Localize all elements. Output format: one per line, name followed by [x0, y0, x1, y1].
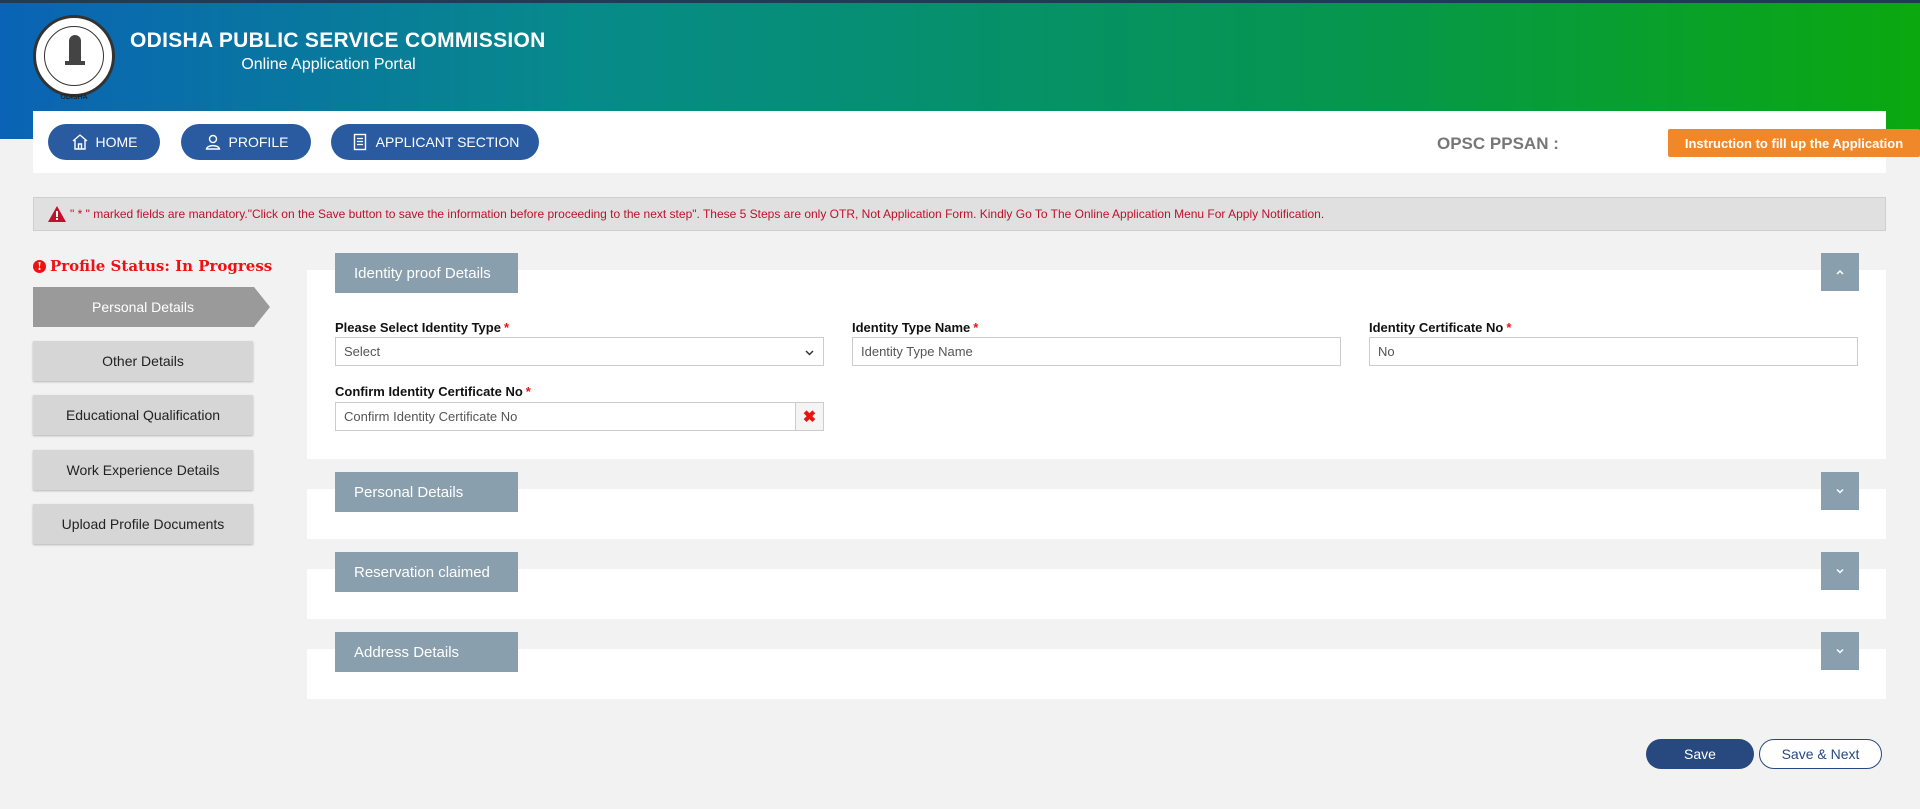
profile-status-text: Profile Status: In Progress [50, 257, 273, 275]
sidebar-item-other-details[interactable]: Other Details [33, 341, 253, 381]
address-panel [307, 649, 1886, 699]
user-icon [205, 134, 220, 150]
instruction-button[interactable]: Instruction to fill up the Application [1668, 129, 1920, 157]
identity-type-select[interactable]: Select [335, 337, 824, 366]
chevron-down-icon [1836, 648, 1844, 654]
sidebar-item-educational-qualification[interactable]: Educational Qualification [33, 395, 253, 435]
save-next-button[interactable]: Save & Next [1759, 739, 1882, 769]
alert-text: " * " marked fields are mandatory."Click… [70, 207, 1325, 221]
top-navbar: HOME PROFILE APPLICANT SECTION OPSC PPSA… [33, 111, 1920, 173]
applicant-section-label: APPLICANT SECTION [375, 134, 520, 150]
sidebar-item-label: Upload Profile Documents [61, 516, 225, 532]
confirm-certificate-input[interactable]: Confirm Identity Certificate No [335, 402, 796, 431]
sidebar-item-label: Work Experience Details [66, 462, 220, 478]
identity-type-name-input[interactable]: Identity Type Name [852, 337, 1341, 366]
reservation-panel [307, 569, 1886, 619]
applicant-section-button[interactable]: APPLICANT SECTION [331, 124, 539, 160]
chevron-up-icon [1836, 269, 1844, 275]
save-button[interactable]: Save [1646, 739, 1754, 769]
identity-type-value: Select [344, 344, 381, 359]
sidebar-item-work-experience[interactable]: Work Experience Details [33, 450, 253, 490]
profile-label: PROFILE [228, 134, 289, 150]
sidebar-item-upload-documents[interactable]: Upload Profile Documents [33, 504, 253, 544]
home-label: HOME [95, 134, 138, 150]
address-header[interactable]: Address Details [335, 632, 518, 672]
page-subtitle: Online Application Portal [241, 56, 416, 73]
sidebar-item-label: Personal Details [92, 299, 194, 315]
exclamation-icon: ! [33, 259, 46, 273]
chevron-down-icon [1836, 488, 1844, 494]
identity-certificate-no-label: Identity Certificate No * [1369, 320, 1512, 335]
page-title: ODISHA PUBLIC SERVICE COMMISSION [130, 29, 546, 52]
personal-details-panel [307, 489, 1886, 539]
identity-proof-header[interactable]: Identity proof Details [335, 253, 518, 293]
reservation-expand-button[interactable] [1821, 552, 1859, 590]
sidebar-item-personal-details[interactable]: Personal Details [33, 287, 270, 327]
home-icon [72, 134, 87, 150]
warning-icon [48, 206, 66, 222]
address-expand-button[interactable] [1821, 632, 1859, 670]
identity-type-name-label: Identity Type Name * [852, 320, 979, 335]
profile-button[interactable]: PROFILE [181, 124, 311, 160]
opsc-logo: ODISHA [33, 15, 115, 101]
home-button[interactable]: HOME [48, 124, 160, 160]
document-icon [353, 133, 366, 151]
emblem-icon: ODISHA [44, 26, 104, 101]
mandatory-alert: " * " marked fields are mandatory."Click… [33, 197, 1886, 231]
sidebar-item-label: Other Details [102, 353, 184, 369]
chevron-down-icon [805, 350, 814, 356]
identity-type-label: Please Select Identity Type * [335, 320, 510, 335]
identity-collapse-button[interactable] [1821, 253, 1859, 291]
identity-certificate-no-input[interactable]: No [1369, 337, 1858, 366]
chevron-down-icon [1836, 568, 1844, 574]
ppsan-label: OPSC PPSAN : [1437, 134, 1559, 153]
sidebar-item-label: Educational Qualification [65, 407, 221, 423]
reservation-header[interactable]: Reservation claimed [335, 552, 518, 592]
logo-text: ODISHA [60, 94, 88, 101]
confirm-certificate-label: Confirm Identity Certificate No * [335, 384, 531, 399]
clear-icon[interactable]: ✖ [795, 402, 824, 431]
profile-status: ! Profile Status: In Progress [33, 257, 272, 275]
personal-expand-button[interactable] [1821, 472, 1859, 510]
personal-details-header[interactable]: Personal Details [335, 472, 518, 512]
